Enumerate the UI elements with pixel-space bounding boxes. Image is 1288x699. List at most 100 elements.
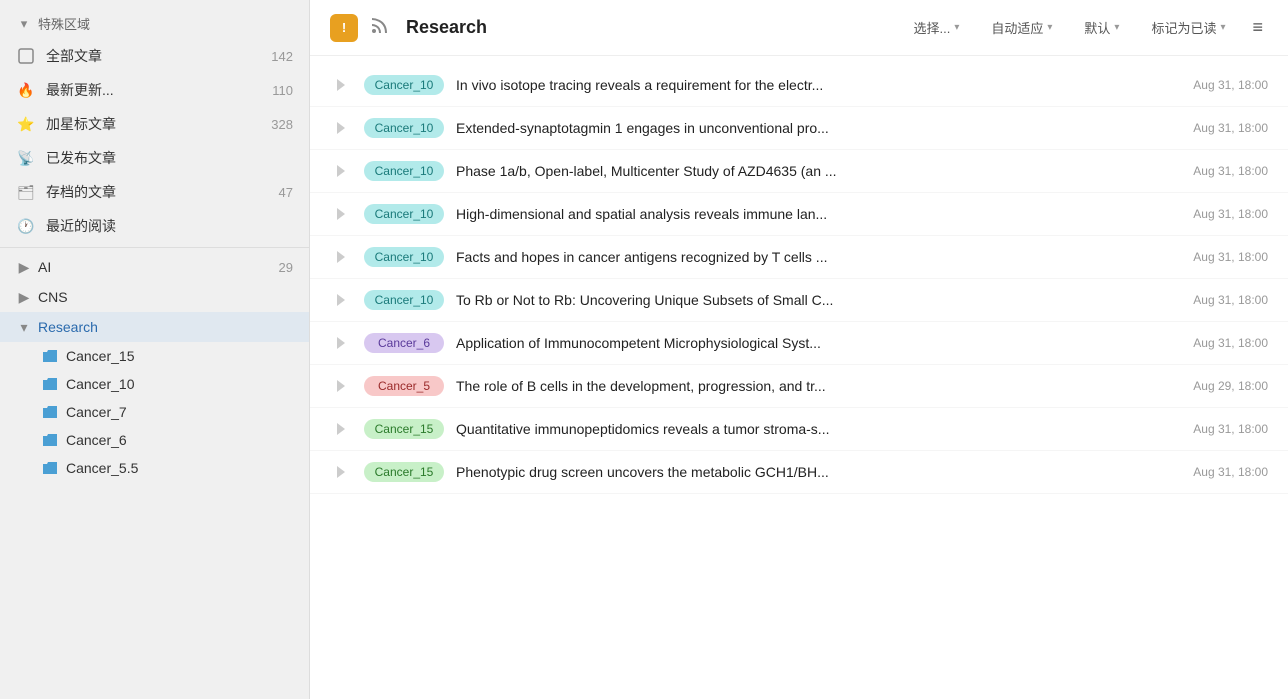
mark-read-button[interactable]: 标记为已读 ▾ [1141, 13, 1235, 42]
ai-group-count: 29 [279, 260, 293, 275]
article-title: Phenotypic drug screen uncovers the meta… [456, 464, 1181, 480]
article-title: High-dimensional and spatial analysis re… [456, 206, 1181, 222]
rss-feed-icon [370, 15, 390, 40]
sidebar-item-cancer6[interactable]: Cancer_6 [0, 426, 309, 454]
chevron-right-icon-2: ▶ [16, 289, 32, 305]
article-title: Application of Immunocompetent Microphys… [456, 335, 1181, 351]
article-date: Aug 31, 18:00 [1193, 250, 1268, 264]
article-title: Quantitative immunopeptidomics reveals a… [456, 421, 1181, 437]
article-item[interactable]: Cancer_10 To Rb or Not to Rb: Uncovering… [310, 279, 1288, 322]
chevron-down-icon: ▾ [16, 16, 32, 32]
star-icon: ⭐ [16, 114, 36, 134]
cancer7-label: Cancer_7 [66, 404, 127, 420]
article-date: Aug 31, 18:00 [1193, 164, 1268, 178]
divider-1 [0, 247, 309, 248]
main-content: ! Research 选择... ▾ 自动适应 ▾ 默认 ▾ 标记为已读 ▾ ≡ [310, 0, 1288, 699]
article-tag: Cancer_6 [364, 333, 444, 353]
folder-icon-cancer10 [42, 376, 58, 392]
chevron-right-icon: ▶ [16, 259, 32, 275]
article-item[interactable]: Cancer_10 In vivo isotope tracing reveal… [310, 64, 1288, 107]
cancer6-label: Cancer_6 [66, 432, 127, 448]
article-arrow-icon [330, 160, 352, 182]
article-arrow-icon [330, 461, 352, 483]
auto-adapt-label: 自动适应 [991, 18, 1043, 37]
alert-badge: ! [330, 14, 358, 42]
article-icon [16, 46, 36, 66]
sidebar-item-latest[interactable]: 🔥 最新更新... 110 [0, 73, 309, 107]
article-date: Aug 31, 18:00 [1193, 336, 1268, 350]
mark-read-caret-icon: ▾ [1220, 22, 1225, 33]
article-date: Aug 29, 18:00 [1193, 379, 1268, 393]
archive-icon: 🗂 [16, 182, 36, 202]
recent-label: 最近的阅读 [46, 216, 116, 236]
article-item[interactable]: Cancer_10 Phase 1a/b, Open-label, Multic… [310, 150, 1288, 193]
sidebar-item-starred[interactable]: ⭐ 加星标文章 328 [0, 107, 309, 141]
default-button[interactable]: 默认 ▾ [1074, 13, 1129, 42]
sidebar-item-cancer55[interactable]: Cancer_5.5 [0, 454, 309, 482]
article-title: Facts and hopes in cancer antigens recog… [456, 249, 1181, 265]
article-item[interactable]: Cancer_15 Phenotypic drug screen uncover… [310, 451, 1288, 494]
article-date: Aug 31, 18:00 [1193, 465, 1268, 479]
chevron-down-icon-2: ▾ [16, 319, 32, 335]
article-arrow-icon [330, 246, 352, 268]
archived-label: 存档的文章 [46, 182, 116, 202]
folder-icon-cancer6 [42, 432, 58, 448]
article-title: The role of B cells in the development, … [456, 378, 1181, 394]
article-title: Phase 1a/b, Open-label, Multicenter Stud… [456, 163, 1181, 179]
folder-icon-cancer55 [42, 460, 58, 476]
article-list: Cancer_10 In vivo isotope tracing reveal… [310, 56, 1288, 699]
article-tag: Cancer_10 [364, 290, 444, 310]
article-item[interactable]: Cancer_15 Quantitative immunopeptidomics… [310, 408, 1288, 451]
article-arrow-icon [330, 418, 352, 440]
default-label: 默认 [1084, 18, 1110, 37]
article-tag: Cancer_10 [364, 75, 444, 95]
sidebar-group-ai[interactable]: ▶ AI 29 [0, 252, 309, 282]
article-arrow-icon [330, 203, 352, 225]
sidebar: ▾ 特殊区域 全部文章 142 🔥 最新更新... 110 ⭐ 加星标文章 32… [0, 0, 310, 699]
article-date: Aug 31, 18:00 [1193, 207, 1268, 221]
all-articles-label: 全部文章 [46, 46, 102, 66]
latest-count: 110 [272, 83, 293, 98]
archived-count: 47 [279, 185, 293, 200]
article-item[interactable]: Cancer_10 High-dimensional and spatial a… [310, 193, 1288, 236]
rss-icon: 📡 [16, 148, 36, 168]
cancer15-label: Cancer_15 [66, 348, 135, 364]
article-item[interactable]: Cancer_10 Facts and hopes in cancer anti… [310, 236, 1288, 279]
article-arrow-icon [330, 375, 352, 397]
clock-icon: 🕐 [16, 216, 36, 236]
sidebar-group-research[interactable]: ▾ Research [0, 312, 309, 342]
page-title: Research [406, 17, 487, 38]
special-section-header[interactable]: ▾ 特殊区域 [0, 8, 309, 39]
article-item[interactable]: Cancer_5 The role of B cells in the deve… [310, 365, 1288, 408]
article-tag: Cancer_10 [364, 204, 444, 224]
article-title: To Rb or Not to Rb: Uncovering Unique Su… [456, 292, 1181, 308]
sidebar-item-recent[interactable]: 🕐 最近的阅读 [0, 209, 309, 243]
mark-read-label: 标记为已读 [1151, 18, 1216, 37]
article-arrow-icon [330, 74, 352, 96]
sidebar-item-archived[interactable]: 🗂 存档的文章 47 [0, 175, 309, 209]
sidebar-item-published[interactable]: 📡 已发布文章 [0, 141, 309, 175]
research-group-label: Research [38, 319, 98, 335]
article-title: Extended-synaptotagmin 1 engages in unco… [456, 120, 1181, 136]
article-title: In vivo isotope tracing reveals a requir… [456, 77, 1181, 93]
article-tag: Cancer_10 [364, 247, 444, 267]
all-articles-count: 142 [271, 49, 293, 64]
sidebar-group-cns[interactable]: ▶ CNS [0, 282, 309, 312]
toolbar: ! Research 选择... ▾ 自动适应 ▾ 默认 ▾ 标记为已读 ▾ ≡ [310, 0, 1288, 56]
special-section-label: 特殊区域 [38, 14, 90, 33]
sidebar-item-cancer15[interactable]: Cancer_15 [0, 342, 309, 370]
starred-label: 加星标文章 [46, 114, 116, 134]
article-arrow-icon [330, 332, 352, 354]
article-item[interactable]: Cancer_10 Extended-synaptotagmin 1 engag… [310, 107, 1288, 150]
article-tag: Cancer_10 [364, 118, 444, 138]
article-item[interactable]: Cancer_6 Application of Immunocompetent … [310, 322, 1288, 365]
select-caret-icon: ▾ [954, 22, 959, 33]
select-button[interactable]: 选择... ▾ [903, 13, 969, 42]
sidebar-item-all-articles[interactable]: 全部文章 142 [0, 39, 309, 73]
fire-icon: 🔥 [16, 80, 36, 100]
auto-adapt-button[interactable]: 自动适应 ▾ [981, 13, 1062, 42]
menu-icon[interactable]: ≡ [1247, 12, 1268, 43]
cancer10-label: Cancer_10 [66, 376, 135, 392]
sidebar-item-cancer7[interactable]: Cancer_7 [0, 398, 309, 426]
sidebar-item-cancer10[interactable]: Cancer_10 [0, 370, 309, 398]
